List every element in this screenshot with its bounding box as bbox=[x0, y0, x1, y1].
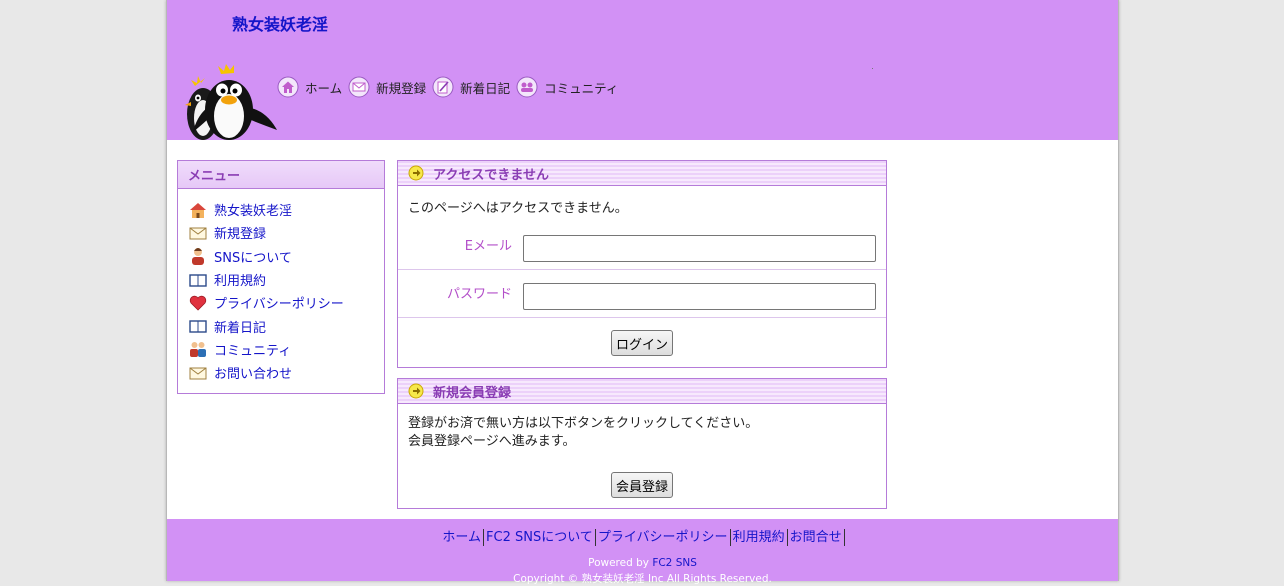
heart-icon bbox=[189, 295, 207, 311]
page-container: 熟女装妖老淫 ホーム 新規登録 新着日記 コミュニティ メニュー 熟女装妖老淫 … bbox=[166, 0, 1119, 585]
house-icon bbox=[190, 202, 206, 218]
register-instructions: 登録がお済で無い方は以下ボタンをクリックしてください。 会員登録ページへ進みます… bbox=[408, 415, 758, 451]
sidebar-item-diary[interactable]: 新着日記 bbox=[188, 314, 384, 337]
sidebar-item-label: 熟女装妖老淫 bbox=[214, 204, 293, 220]
email-row: Eメール bbox=[398, 221, 886, 270]
topnav-home-label: ホーム bbox=[305, 80, 343, 96]
access-denied-message: このページへはアクセスできません。 bbox=[408, 201, 628, 216]
login-panel: アクセスできません このページへはアクセスできません。 Eメール パスワード ロ… bbox=[397, 160, 887, 368]
penguin-mascot-icon bbox=[185, 64, 277, 140]
topnav-community-label: コミュニティ bbox=[544, 80, 619, 96]
arrow-right-icon bbox=[408, 383, 424, 399]
site-title-link[interactable]: 熟女装妖老淫 bbox=[232, 11, 328, 35]
footer-link-privacy[interactable]: プライバシーポリシー bbox=[596, 529, 731, 546]
sidebar-item-community[interactable]: コミュニティ bbox=[188, 338, 384, 361]
sidebar-item-label: お問い合わせ bbox=[214, 367, 293, 383]
register-panel-header: 新規会員登録 bbox=[398, 379, 886, 404]
site-footer: ホーム FC2 SNSについて プライバシーポリシー 利用規約 お問合せ Pow… bbox=[167, 519, 1118, 585]
home-icon bbox=[277, 76, 299, 98]
sidebar-item-label: 新規登録 bbox=[214, 227, 267, 243]
sidebar-item-label: プライバシーポリシー bbox=[214, 297, 344, 313]
sidebar-item-privacy[interactable]: プライバシーポリシー bbox=[188, 291, 384, 314]
copyright-notice: Copyright © 熟女装妖老淫 Inc All Rights Reserv… bbox=[513, 573, 772, 585]
book-icon bbox=[189, 320, 207, 333]
footer-link-about[interactable]: FC2 SNSについて bbox=[484, 529, 596, 546]
register-button[interactable]: 会員登録 bbox=[611, 472, 673, 498]
powered-by-link[interactable]: FC2 SNS bbox=[652, 557, 697, 569]
topnav-register[interactable]: 新規登録 bbox=[348, 76, 426, 98]
email-field[interactable] bbox=[523, 235, 876, 262]
register-instruction-line-1: 登録がお済で無い方は以下ボタンをクリックしてください。 bbox=[408, 416, 759, 431]
password-field[interactable] bbox=[523, 283, 876, 310]
sidebar-item-register[interactable]: 新規登録 bbox=[188, 221, 384, 244]
footer-links: ホーム FC2 SNSについて プライバシーポリシー 利用規約 お問合せ bbox=[167, 529, 1118, 546]
footer-link-home[interactable]: ホーム bbox=[440, 529, 485, 546]
login-button[interactable]: ログイン bbox=[611, 330, 673, 356]
register-instruction-line-2: 会員登録ページへ進みます。 bbox=[408, 434, 576, 449]
topnav-diary[interactable]: 新着日記 bbox=[432, 76, 510, 98]
sidebar-item-terms[interactable]: 利用規約 bbox=[188, 268, 384, 291]
register-panel: 新規会員登録 登録がお済で無い方は以下ボタンをクリックしてください。 会員登録ペ… bbox=[397, 378, 887, 509]
envelope-icon bbox=[189, 227, 207, 240]
envelope-icon bbox=[348, 76, 370, 98]
footer-link-contact[interactable]: お問合せ bbox=[788, 529, 845, 546]
top-navigation: ホーム 新規登録 新着日記 コミュニティ bbox=[277, 75, 624, 99]
sidebar-item-label: コミュニティ bbox=[214, 343, 292, 359]
sidebar-menu: メニュー 熟女装妖老淫 新規登録 SNSについて 利用規約 プライバシーポリシー… bbox=[177, 160, 385, 394]
site-header: 熟女装妖老淫 ホーム 新規登録 新着日記 コミュニティ bbox=[167, 0, 1118, 140]
topnav-community[interactable]: コミュニティ bbox=[516, 76, 618, 98]
email-label: Eメール bbox=[464, 239, 512, 254]
arrow-right-icon bbox=[408, 165, 424, 181]
topnav-home[interactable]: ホーム bbox=[277, 76, 342, 98]
topnav-register-label: 新規登録 bbox=[376, 80, 427, 96]
people-icon bbox=[190, 342, 206, 358]
person-icon bbox=[192, 248, 204, 266]
sidebar-item-contact[interactable]: お問い合わせ bbox=[188, 361, 384, 384]
topnav-diary-label: 新着日記 bbox=[460, 80, 511, 96]
login-panel-header: アクセスできません bbox=[398, 161, 886, 186]
sidebar-item-home[interactable]: 熟女装妖老淫 bbox=[188, 198, 384, 221]
powered-by-prefix: Powered by bbox=[588, 557, 653, 569]
sidebar-item-label: 利用規約 bbox=[214, 274, 267, 290]
community-icon bbox=[516, 76, 538, 98]
login-panel-title: アクセスできません bbox=[433, 167, 549, 183]
footer-link-terms[interactable]: 利用規約 bbox=[731, 529, 788, 546]
powered-by: Powered by FC2 SNS bbox=[167, 557, 1118, 569]
sidebar-menu-title: メニュー bbox=[178, 161, 384, 189]
envelope-icon bbox=[189, 367, 207, 380]
password-row: パスワード bbox=[398, 269, 886, 318]
sidebar-item-label: 新着日記 bbox=[214, 320, 267, 336]
password-label: パスワード bbox=[446, 287, 512, 302]
sidebar-menu-list: 熟女装妖老淫 新規登録 SNSについて 利用規約 プライバシーポリシー 新着日記… bbox=[178, 189, 384, 384]
book-icon bbox=[189, 273, 207, 287]
sidebar-item-about-sns[interactable]: SNSについて bbox=[188, 245, 384, 268]
register-panel-title: 新規会員登録 bbox=[433, 385, 512, 401]
diary-icon bbox=[432, 76, 454, 98]
sidebar-item-label: SNSについて bbox=[214, 250, 292, 266]
header-divider-dot bbox=[872, 68, 873, 69]
